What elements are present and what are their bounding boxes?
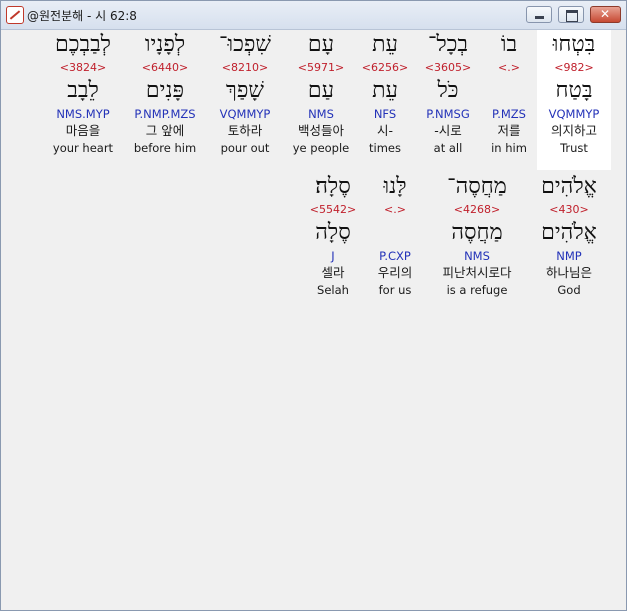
word-card[interactable]: עֵת <6256> עֵת NFS 시- times	[357, 30, 413, 170]
lemma: שָׁפַךְ	[226, 78, 264, 103]
morphology: NMS	[464, 249, 490, 263]
korean-gloss: 우리의	[377, 265, 413, 280]
word-card[interactable]: לְבַבְכֶם <3824> לֵבָב NMS.MYP 마음을 your …	[43, 30, 123, 170]
hebrew-word: עָם	[307, 32, 335, 57]
morphology: NMP	[556, 249, 582, 263]
strong-number[interactable]: <5971>	[287, 60, 355, 76]
morphology: P.NMSG	[426, 107, 470, 121]
close-button[interactable]	[590, 6, 621, 23]
hebrew-word: בִּטְחוּ	[552, 32, 596, 57]
english-gloss: at all	[433, 141, 463, 155]
strong-number[interactable]: <.>	[367, 202, 423, 218]
strong-number[interactable]: <8210>	[207, 60, 283, 76]
morphology: P.MZS	[492, 107, 526, 121]
word-card[interactable]: שִׁפְכוּ־ <8210> שָׁפַךְ VQMMYP 토하라 pour…	[207, 30, 283, 170]
hebrew-word: לָּנוּ	[383, 174, 407, 199]
word-card[interactable]: בוֹ <.> P.MZS 저를 in him	[483, 30, 535, 170]
hebrew-word: לְבַבְכֶם	[55, 32, 111, 57]
korean-gloss: 피난처시로다	[442, 265, 512, 280]
word-card[interactable]: מַחֲסֶה־ <4268> מַחֲסֶה NMS 피난처시로다 is a …	[427, 172, 527, 312]
hebrew-word: לְפָנָיו	[144, 32, 186, 57]
morphology: NMS.MYP	[56, 107, 110, 121]
english-gloss: in him	[491, 141, 527, 155]
english-gloss: God	[557, 283, 581, 297]
strong-number[interactable]: <3605>	[415, 60, 481, 76]
korean-gloss: 시-	[376, 123, 393, 138]
lemma: סֶלָה	[315, 220, 351, 245]
morphology: P.CXP	[379, 249, 411, 263]
lemma: לֵבָב	[67, 78, 99, 103]
hebrew-word: שִׁפְכוּ־	[219, 32, 271, 57]
lemma	[483, 76, 535, 106]
strong-number[interactable]: <982>	[537, 60, 611, 76]
korean-gloss: 백성들아	[297, 123, 344, 138]
strong-number[interactable]: <.>	[483, 60, 535, 76]
morphology: J	[331, 249, 335, 263]
english-gloss: pour out	[220, 141, 270, 155]
lemma: מַחֲסֶה	[451, 220, 503, 245]
morphology: VQMMYP	[548, 107, 600, 121]
maximize-button[interactable]	[558, 6, 584, 23]
english-gloss: your heart	[52, 141, 114, 155]
word-card[interactable]: סֶלָה׃ <5542> סֶלָה J 셀라 Selah	[301, 172, 365, 312]
word-card[interactable]: בִּטְחוּ <982> בָּטַח VQMMYP 의지하고 Trust	[537, 30, 611, 170]
interlinear-panel: בִּטְחוּ <982> בָּטַח VQMMYP 의지하고 Trust …	[7, 30, 620, 606]
english-gloss: Trust	[560, 141, 588, 155]
korean-gloss: 셀라	[321, 265, 345, 280]
window-title: @원전분해 - 시 62:8	[27, 9, 137, 23]
strong-number[interactable]: <430>	[529, 202, 609, 218]
lemma: בָּטַח	[555, 78, 593, 103]
app-icon[interactable]	[6, 6, 24, 24]
strong-number[interactable]: <6440>	[125, 60, 205, 76]
hebrew-word: עֵת	[372, 32, 398, 57]
morphology: P.NMP.MZS	[134, 107, 196, 121]
korean-gloss: 토하라	[227, 123, 263, 138]
morphology: NFS	[373, 107, 397, 121]
korean-gloss: -시로	[434, 123, 462, 138]
word-card[interactable]: לָּנוּ <.> P.CXP 우리의 for us	[367, 172, 423, 312]
korean-gloss: 의지하고	[550, 123, 597, 138]
word-card[interactable]: לְפָנָיו <6440> פָּנִים P.NMP.MZS 그 앞에 b…	[125, 30, 205, 170]
lemma	[367, 218, 423, 248]
strong-number[interactable]: <6256>	[357, 60, 413, 76]
strong-number[interactable]: <3824>	[43, 60, 123, 76]
english-gloss: before him	[133, 141, 197, 155]
hebrew-word: מַחֲסֶה־	[447, 174, 507, 199]
word-card[interactable]: בְכָל־ <3605> כֹּל P.NMSG -시로 at all	[415, 30, 481, 170]
minimize-button[interactable]	[526, 6, 552, 23]
strong-number[interactable]: <4268>	[427, 202, 527, 218]
hebrew-word: בְכָל־	[427, 32, 469, 57]
lemma: עֵת	[372, 78, 398, 103]
english-gloss: times	[369, 141, 401, 155]
morphology: NMS	[308, 107, 334, 121]
title-bar[interactable]: @원전분해 - 시 62:8	[1, 1, 626, 30]
morphology: VQMMYP	[219, 107, 271, 121]
english-gloss: for us	[378, 283, 412, 297]
word-card[interactable]: עָם <5971> עַם NMS 백성들아 ye people	[287, 30, 355, 170]
korean-gloss: 마음을	[65, 123, 101, 138]
english-gloss: Selah	[317, 283, 349, 297]
strong-number[interactable]: <5542>	[301, 202, 365, 218]
word-card[interactable]: אֱלֹהִים <430> אֱלֹהִים NMP 하나님은 God	[529, 172, 609, 312]
lemma: אֱלֹהִים	[541, 220, 597, 245]
lemma: עַם	[307, 78, 335, 103]
english-gloss: ye people	[292, 141, 350, 155]
english-gloss: is a refuge	[446, 283, 508, 297]
lemma: פָּנִים	[145, 78, 185, 103]
korean-gloss: 그 앞에	[145, 123, 185, 138]
korean-gloss: 하나님은	[545, 265, 592, 280]
korean-gloss: 저를	[497, 123, 521, 138]
app-window: @원전분해 - 시 62:8 בִּטְחוּ <982> בָּטַח VQM…	[0, 0, 627, 611]
hebrew-word: אֱלֹהִים	[541, 174, 597, 199]
lemma: כֹּל	[437, 78, 459, 103]
hebrew-word: בוֹ	[500, 32, 518, 57]
hebrew-word: סֶלָה׃	[315, 174, 351, 199]
